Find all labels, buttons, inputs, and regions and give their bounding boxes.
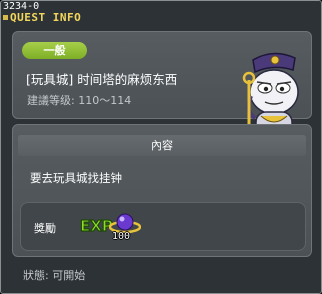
window-title: QUEST INFO <box>10 11 82 24</box>
quest-content-panel: 內容 要去玩具城找挂钟 獎勵 EXP 100 <box>12 124 312 257</box>
quest-name: [玩具城] 时间塔的麻烦东西 <box>26 72 178 87</box>
content-header: 內容 <box>18 135 306 156</box>
titlebar-marker-icon <box>3 15 8 20</box>
content-description: 要去玩具城找挂钟 <box>30 171 122 185</box>
quest-category-badge: 一般 <box>22 42 87 59</box>
reward-label: 獎勵 <box>34 222 56 235</box>
quest-summary-panel: 一般 [玩具城] 时间塔的麻烦东西 建議等级: 110～114 <box>12 31 312 148</box>
reward-box: 獎勵 EXP 100 <box>20 202 306 251</box>
exp-text: EXP <box>80 217 113 233</box>
quest-info-window: 3234-0 QUEST INFO 一般 [玩具城] 时间塔的麻烦东西 建議等级… <box>0 0 322 294</box>
quest-status: 狀態: 可開始 <box>23 269 86 282</box>
level-requirement: 建議等级: 110～114 <box>27 94 132 107</box>
orb-count: 100 <box>112 231 131 242</box>
